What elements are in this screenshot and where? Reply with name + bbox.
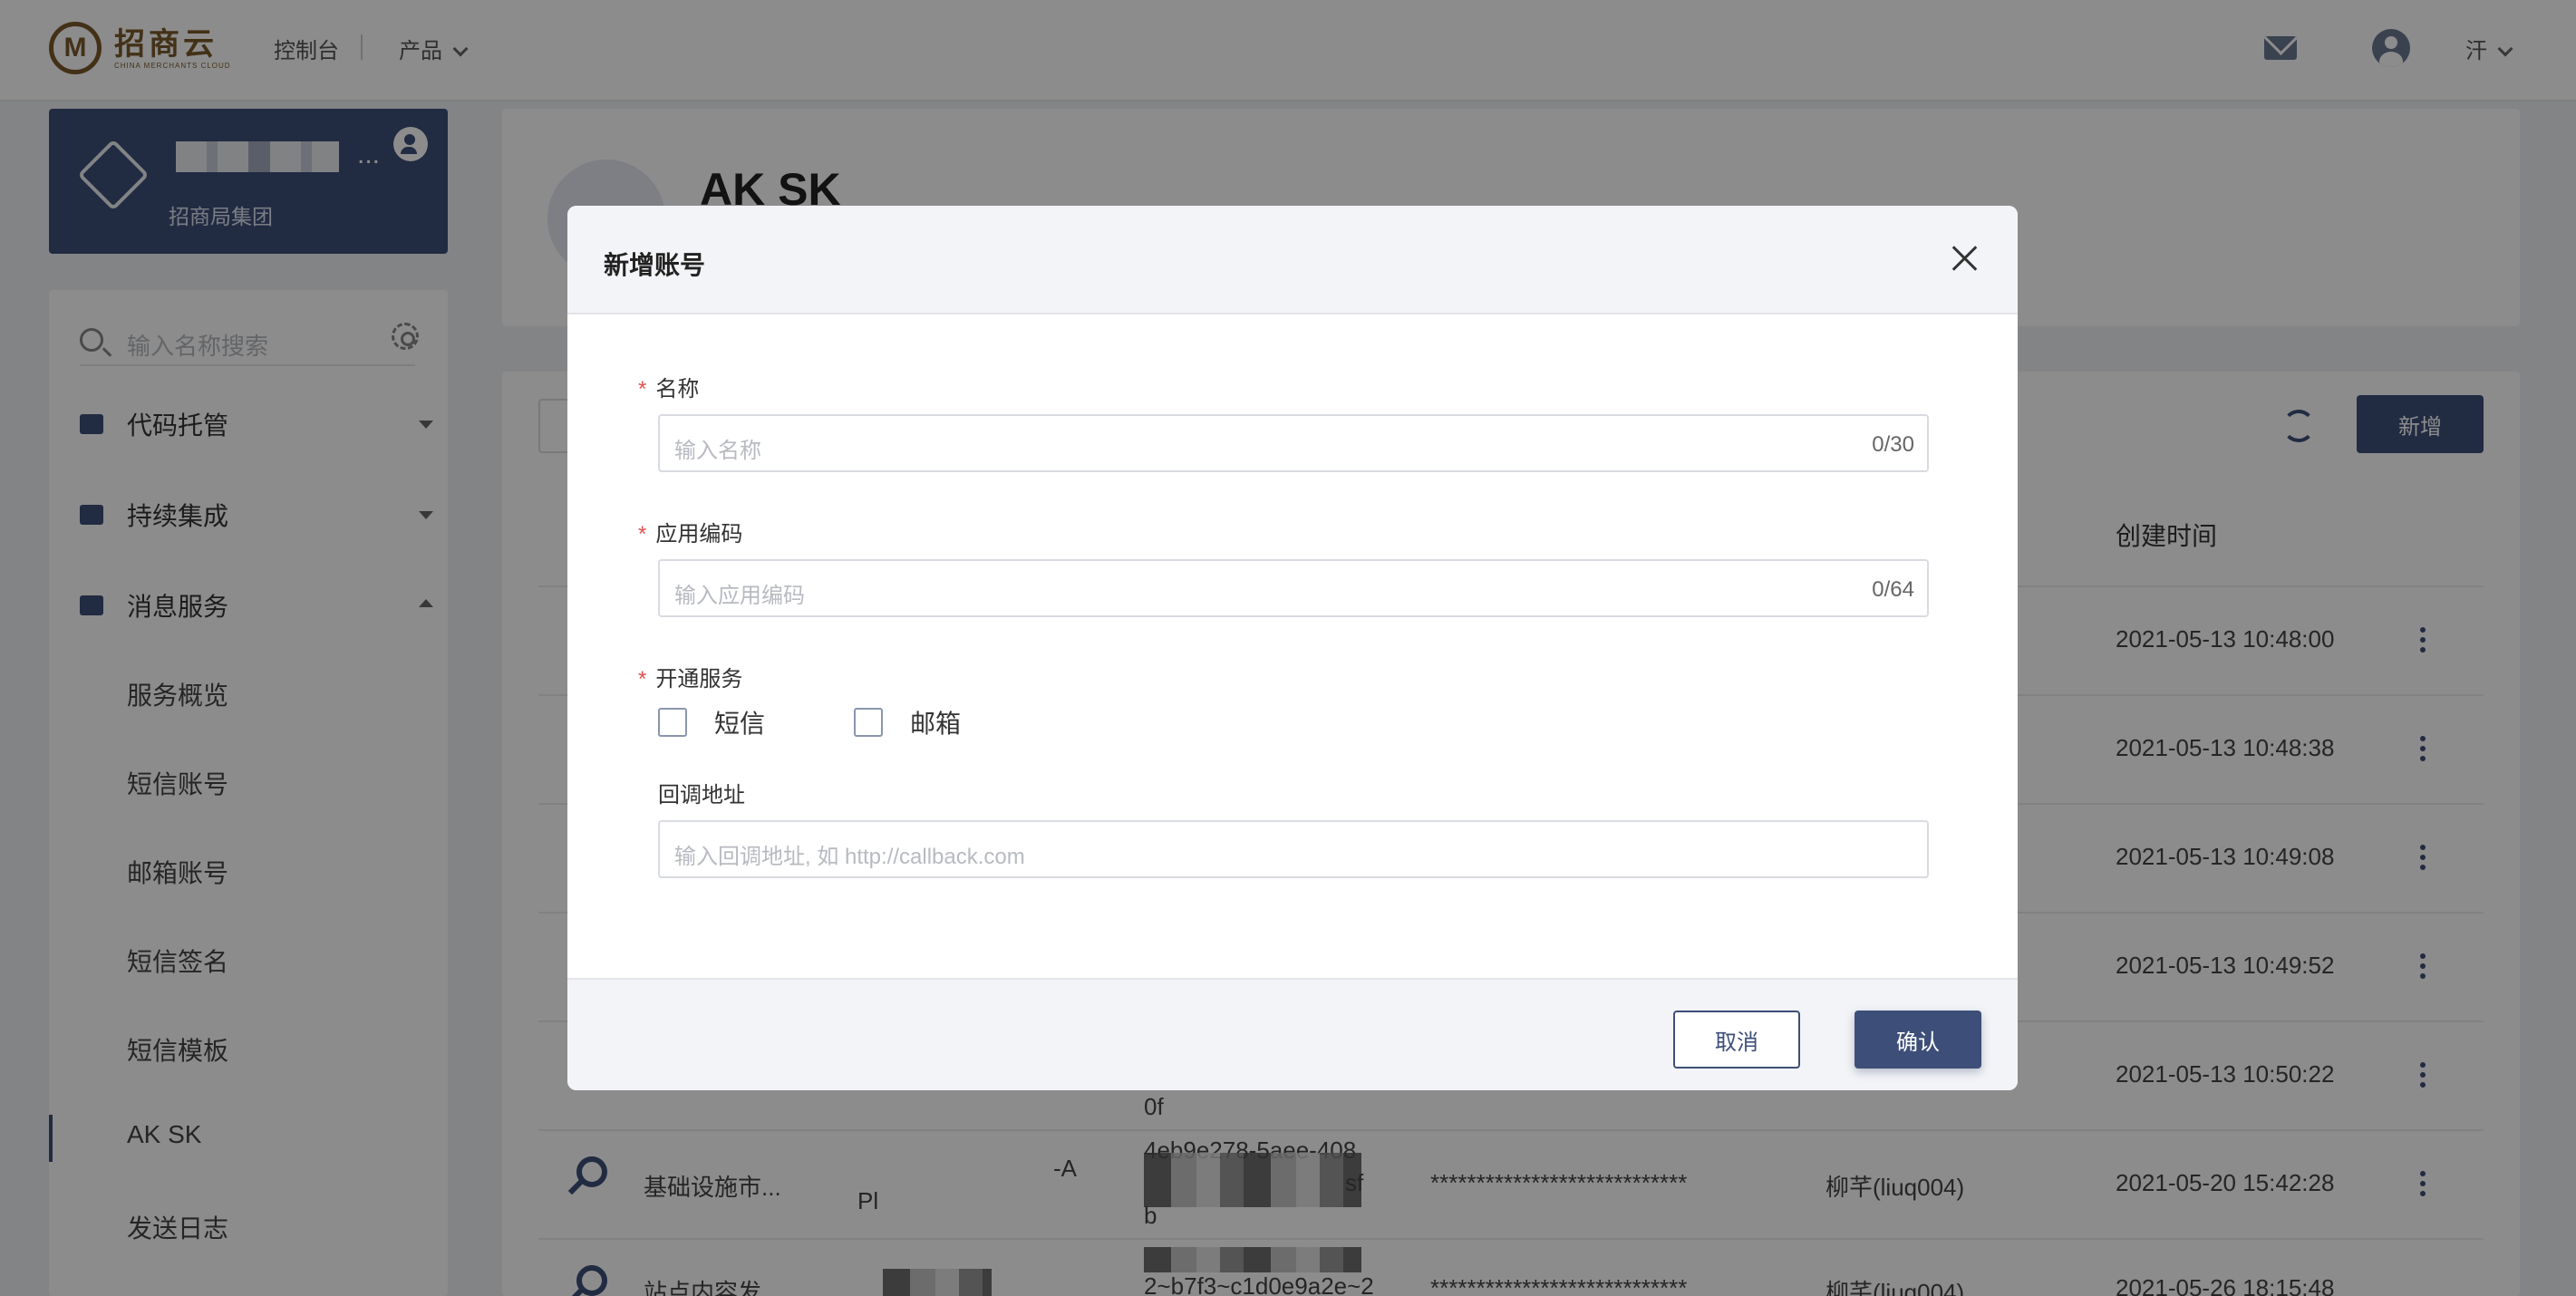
required-mark: * <box>638 522 647 546</box>
close-icon[interactable] <box>1949 242 1981 275</box>
confirm-button[interactable]: 确认 <box>1855 1011 1981 1069</box>
checkbox-icon <box>658 708 687 737</box>
callback-input[interactable]: 输入回调地址, 如 http://callback.com <box>658 820 1929 878</box>
checkbox-icon <box>854 708 883 737</box>
required-mark: * <box>638 377 647 401</box>
callback-label: 回调地址 <box>658 783 745 808</box>
app-code-char-count: 0/64 <box>1872 577 1914 602</box>
app-code-label: * 应用编码 <box>638 522 743 546</box>
name-char-count: 0/30 <box>1872 432 1914 457</box>
sms-checkbox[interactable]: 短信 <box>658 704 765 740</box>
service-label: * 开通服务 <box>638 667 743 692</box>
add-account-dialog: 新增账号 * 名称 输入名称 0/30 * 应用编码 输入应用编码 0/64 * 开通… <box>567 206 2018 1090</box>
callback-placeholder: 输入回调地址, 如 http://callback.com <box>674 845 1025 869</box>
cancel-button[interactable]: 取消 <box>1673 1011 1800 1069</box>
name-label: * 名称 <box>638 377 700 401</box>
required-mark: * <box>638 667 647 692</box>
dialog-header: 新增账号 <box>567 206 2018 314</box>
dialog-footer: 取消 确认 <box>567 978 2018 1090</box>
name-placeholder: 输入名称 <box>674 439 761 463</box>
name-input[interactable]: 输入名称 0/30 <box>658 414 1929 472</box>
app-code-placeholder: 输入应用编码 <box>674 584 805 608</box>
mail-checkbox[interactable]: 邮箱 <box>854 704 961 740</box>
dialog-title: 新增账号 <box>604 251 706 279</box>
app-code-input[interactable]: 输入应用编码 0/64 <box>658 559 1929 617</box>
